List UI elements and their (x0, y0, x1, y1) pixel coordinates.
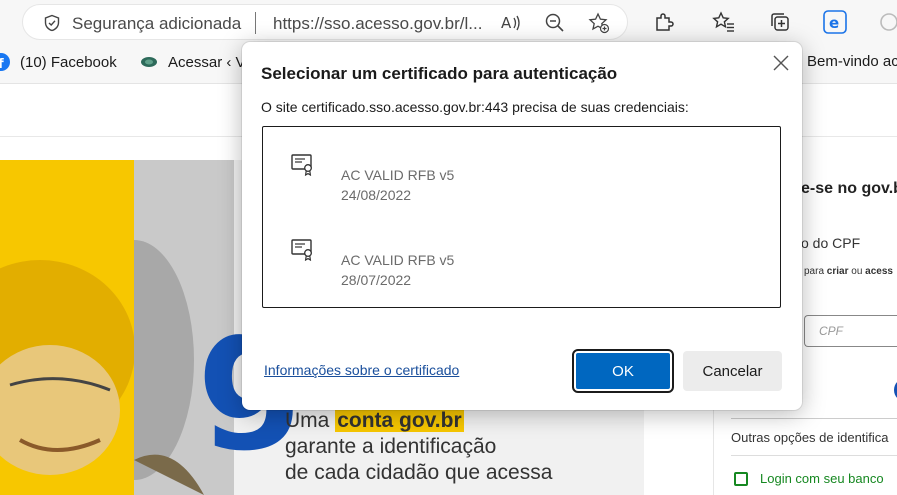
login-divider (731, 418, 897, 419)
hero-text-line2: garante a identificação (285, 435, 497, 458)
zoom-out-icon[interactable] (544, 12, 566, 34)
login-helper-text: para criar ou acess (804, 266, 893, 277)
read-aloud-icon[interactable]: A (500, 12, 522, 34)
dialog-description: O site certificado.sso.acesso.gov.br:443… (261, 99, 689, 115)
dialog-title: Selecionar um certificado para autentica… (261, 64, 618, 83)
svg-text:f: f (0, 57, 4, 71)
certificate-item[interactable]: AC VALID RFB v5 24/08/2022 (263, 127, 780, 211)
bank-login-link[interactable]: Login com seu banco (734, 471, 884, 486)
add-favorite-icon[interactable] (588, 12, 610, 34)
facebook-icon: f (0, 53, 10, 71)
certificate-list: AC VALID RFB v5 24/08/2022 AC VALID RFB … (262, 126, 781, 308)
address-separator (255, 12, 256, 34)
bank-login-label: Login com seu banco (760, 471, 884, 486)
hero-text-line3: de cada cidadão que acessa (285, 461, 553, 484)
login-title: e-se no gov.b (801, 180, 897, 197)
certificate-icon (291, 239, 315, 262)
collections-icon[interactable] (768, 10, 792, 34)
login-helper-criar: criar (826, 266, 849, 277)
cancel-button[interactable]: Cancelar (683, 351, 782, 391)
svg-text:A: A (501, 14, 512, 32)
performance-icon[interactable] (877, 10, 897, 34)
login-helper-ou: ou (851, 266, 863, 277)
url-text[interactable]: https://sso.acesso.gov.br/l... (273, 14, 482, 34)
favorite-label: (10) Facebook (20, 53, 117, 71)
certificate-date: 28/07/2022 (341, 272, 412, 288)
certificate-icon (291, 154, 315, 177)
login-divider (731, 455, 897, 456)
cpf-input[interactable]: CPF (804, 315, 897, 347)
favorite-label: Bem-vindo ac (807, 53, 897, 70)
certificate-name: AC VALID RFB v5 (341, 167, 455, 183)
favorite-facebook[interactable]: f (10) Facebook (0, 53, 117, 71)
bank-icon (734, 471, 748, 486)
address-bar[interactable]: Segurança adicionada https://sso.acesso.… (22, 4, 628, 40)
favorite-acessar[interactable]: Acessar ‹ V (140, 53, 246, 71)
site-icon (140, 53, 158, 71)
other-options-label: Outras opções de identifica (731, 430, 889, 445)
svg-text:e: e (829, 14, 839, 32)
favorite-bem-vindo[interactable]: Bem-vindo ac (807, 53, 897, 70)
favorite-label: Acessar ‹ V (168, 53, 246, 71)
hero-text-prefix: Uma (285, 409, 336, 432)
login-cpf-label: o do CPF (801, 235, 861, 251)
hero-text-highlight: conta gov.br (335, 409, 464, 432)
shield-icon[interactable] (43, 14, 61, 32)
extensions-icon[interactable] (652, 10, 676, 34)
login-helper-acessar: acess (865, 266, 893, 277)
close-icon[interactable] (770, 52, 792, 74)
certificate-info-link[interactable]: Informações sobre o certificado (264, 362, 459, 378)
certificate-item[interactable]: AC VALID RFB v5 28/07/2022 (263, 212, 780, 296)
login-helper-para: para (804, 266, 825, 277)
security-label[interactable]: Segurança adicionada (72, 14, 241, 34)
hero-text: Uma conta gov.br garante a identificação… (285, 408, 645, 486)
favorites-icon[interactable] (712, 10, 736, 34)
certificate-date: 24/08/2022 (341, 187, 412, 203)
hero-image-left (0, 160, 134, 495)
browser-toolbar: Segurança adicionada https://sso.acesso.… (0, 0, 897, 44)
ok-button[interactable]: OK (572, 349, 674, 393)
certificate-dialog: Selecionar um certificado para autentica… (242, 42, 802, 410)
edge-icon[interactable]: e (823, 10, 847, 34)
certificate-name: AC VALID RFB v5 (341, 252, 455, 268)
